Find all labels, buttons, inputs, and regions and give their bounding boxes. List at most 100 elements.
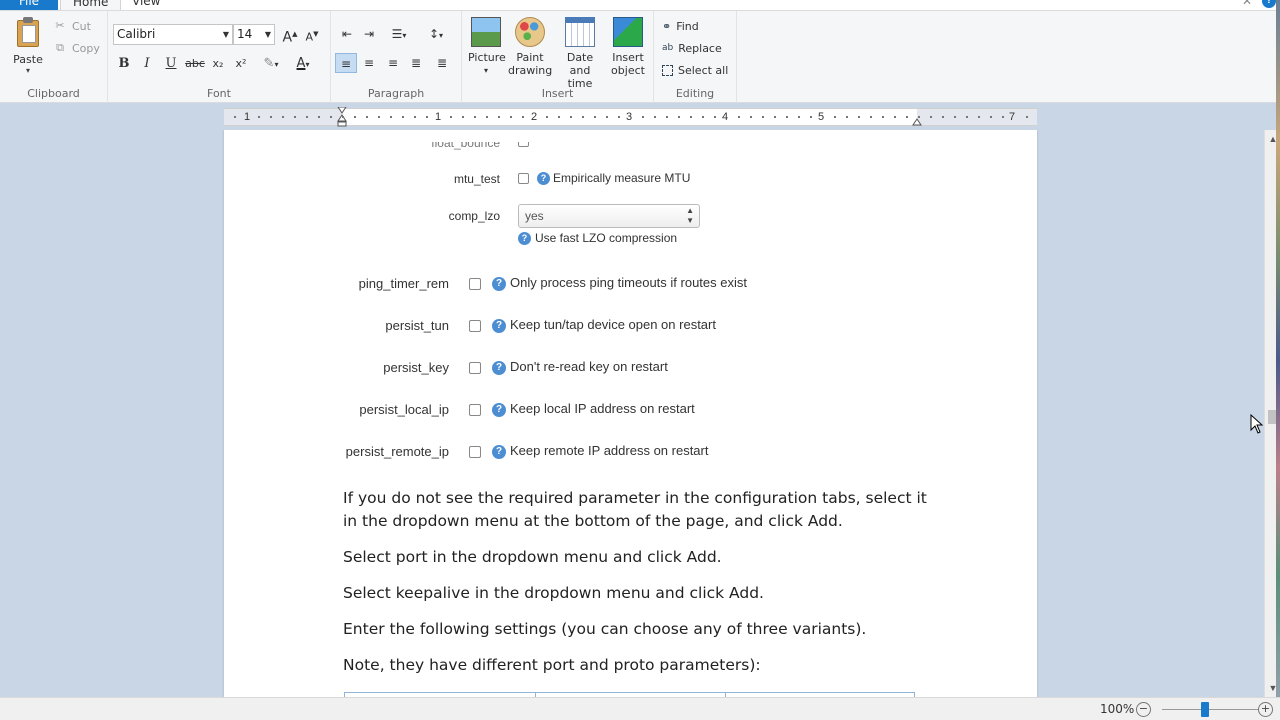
document-viewport[interactable]: float_bounce mtu_test ? Empirically meas… xyxy=(0,130,1264,697)
ruler[interactable]: 1 1 2 3 4 5 7 xyxy=(224,106,1037,127)
ruler-number: 7 xyxy=(1009,111,1016,123)
tab-file[interactable]: File xyxy=(0,0,58,10)
grow-font-button[interactable]: A▲ xyxy=(279,23,301,46)
help-info-icon: ? xyxy=(492,403,506,417)
cut-button[interactable]: ✂ Cut xyxy=(54,17,91,35)
select-all-icon xyxy=(662,64,673,76)
tab-view[interactable]: View xyxy=(120,0,172,10)
ruler-tick xyxy=(666,116,668,118)
help-icon[interactable]: ? xyxy=(1262,0,1276,8)
wordpad-window: File Home View ✕ ? Paste ▾ ✂ Cut ⧉ Copy xyxy=(0,0,1280,720)
zoom-in-button[interactable]: + xyxy=(1258,702,1273,717)
shrink-font-button[interactable]: A▼ xyxy=(301,23,323,45)
find-button[interactable]: ⚭ Find xyxy=(662,17,699,35)
text-color-button[interactable]: A▾ xyxy=(288,53,318,75)
picture-icon xyxy=(471,17,501,47)
zoom-slider-track[interactable] xyxy=(1162,709,1258,710)
persist-remote-ip-checkbox[interactable] xyxy=(469,446,481,458)
paragraph-settings-button[interactable]: ≣ xyxy=(431,53,453,73)
grow-font-icon: A xyxy=(282,29,293,46)
comp-lzo-label: comp_lzo xyxy=(448,209,500,223)
italic-button[interactable]: I xyxy=(136,53,158,75)
persist-key-checkbox[interactable] xyxy=(469,362,481,374)
ruler-tick xyxy=(798,116,800,118)
align-left-button[interactable]: ≡ xyxy=(335,53,357,73)
paste-label: Paste xyxy=(13,53,43,66)
ribbon: Paste ▾ ✂ Cut ⧉ Copy Clipboard Calibri ▼… xyxy=(0,11,1280,103)
justify-button[interactable]: ≣ xyxy=(405,53,427,73)
align-right-button[interactable]: ≡ xyxy=(382,53,404,73)
comp-lzo-value: yes xyxy=(525,209,544,223)
ping-timer-rem-hint: Only process ping timeouts if routes exi… xyxy=(510,275,747,290)
superscript-button[interactable]: x² xyxy=(230,53,252,75)
zoom-out-button[interactable]: − xyxy=(1136,702,1151,717)
ribbon-collapse-icon[interactable]: ✕ xyxy=(1242,0,1252,8)
font-size-select[interactable]: 14 ▼ xyxy=(233,24,275,45)
ruler-tick xyxy=(342,116,344,118)
bold-button[interactable]: B xyxy=(113,53,135,75)
paint-drawing-button[interactable]: Paint drawing xyxy=(508,17,552,85)
ruler-tick xyxy=(426,116,428,118)
ruler-tick xyxy=(870,116,872,118)
insert-object-button[interactable]: Insert object xyxy=(608,17,648,85)
copy-icon: ⧉ xyxy=(56,41,64,54)
replace-label: Replace xyxy=(678,41,722,55)
line-spacing-icon: ↕ xyxy=(428,27,440,41)
increase-indent-button[interactable]: ⇥ xyxy=(358,24,380,44)
insert-object-label-1: Insert xyxy=(612,51,644,64)
mtu-test-hint: Empirically measure MTU xyxy=(553,171,691,185)
align-right-icon: ≡ xyxy=(387,56,399,70)
replace-icon: ab xyxy=(662,43,674,53)
ping-timer-rem-checkbox[interactable] xyxy=(469,278,481,290)
select-all-label: Select all xyxy=(678,63,729,77)
ruler-tick xyxy=(234,116,236,118)
select-all-button[interactable]: Select all xyxy=(662,61,728,79)
font-family-select[interactable]: Calibri ▼ xyxy=(113,24,233,45)
picture-button[interactable]: Picture ▾ xyxy=(468,17,506,85)
align-center-icon: ≡ xyxy=(363,56,375,70)
ruler-tick xyxy=(618,116,620,118)
bullet-list-icon: ☰ xyxy=(391,27,403,41)
underline-button[interactable]: U xyxy=(160,53,182,75)
ruler-tick xyxy=(702,116,704,118)
decrease-indent-button[interactable]: ⇤ xyxy=(336,24,358,44)
paragraph-group-label: Paragraph xyxy=(367,87,425,100)
paragraph-1-line-2: in the dropdown menu at the bottom of th… xyxy=(343,512,843,530)
ruler-tick xyxy=(834,116,836,118)
justify-icon: ≣ xyxy=(410,56,422,70)
ribbon-tabs: File Home View ✕ ? xyxy=(0,0,1280,11)
mtu-test-label: mtu_test xyxy=(453,172,500,186)
line-spacing-button[interactable]: ↕▾ xyxy=(421,24,451,44)
ruler-tick xyxy=(330,116,332,118)
persist-tun-checkbox[interactable] xyxy=(469,320,481,332)
persist-local-ip-label: persist_local_ip xyxy=(359,402,449,417)
highlight-color-button[interactable]: ✎▾ xyxy=(256,53,286,75)
comp-lzo-select[interactable]: yes ▲ ▼ xyxy=(518,204,700,228)
document-page[interactable]: float_bounce mtu_test ? Empirically meas… xyxy=(224,130,1037,697)
editing-group: ⚭ Find ab Replace Select all Editing xyxy=(654,11,737,103)
replace-button[interactable]: ab Replace xyxy=(662,39,722,57)
date-time-button[interactable]: Date and time xyxy=(556,17,604,90)
ruler-tick xyxy=(402,116,404,118)
persist-local-ip-checkbox[interactable] xyxy=(469,404,481,416)
copy-button[interactable]: ⧉ Copy xyxy=(54,39,100,57)
strikethrough-button[interactable]: abc xyxy=(184,53,206,75)
bullet-list-button[interactable]: ☰▾ xyxy=(384,24,414,44)
zoom-slider-thumb[interactable] xyxy=(1201,702,1209,717)
ruler-tick xyxy=(906,116,908,118)
subscript-button[interactable]: x₂ xyxy=(207,53,229,75)
right-indent-marker[interactable] xyxy=(912,117,922,127)
font-family-value: Calibri xyxy=(117,27,156,41)
ruler-tick xyxy=(1026,116,1028,118)
align-center-button[interactable]: ≡ xyxy=(358,53,380,73)
tab-home[interactable]: Home xyxy=(60,0,122,10)
partial-row-checkbox[interactable] xyxy=(518,142,529,147)
ruler-tick xyxy=(318,116,320,118)
picture-label: Picture xyxy=(468,51,506,64)
paste-button[interactable]: Paste ▾ xyxy=(8,17,48,85)
paragraph-1-line-1: If you do not see the required parameter… xyxy=(343,489,927,507)
persist-remote-ip-hint: Keep remote IP address on restart xyxy=(510,443,709,458)
ruler-tick xyxy=(294,116,296,118)
mtu-test-checkbox[interactable] xyxy=(518,173,529,184)
persist-key-hint: Don't re-read key on restart xyxy=(510,359,668,374)
